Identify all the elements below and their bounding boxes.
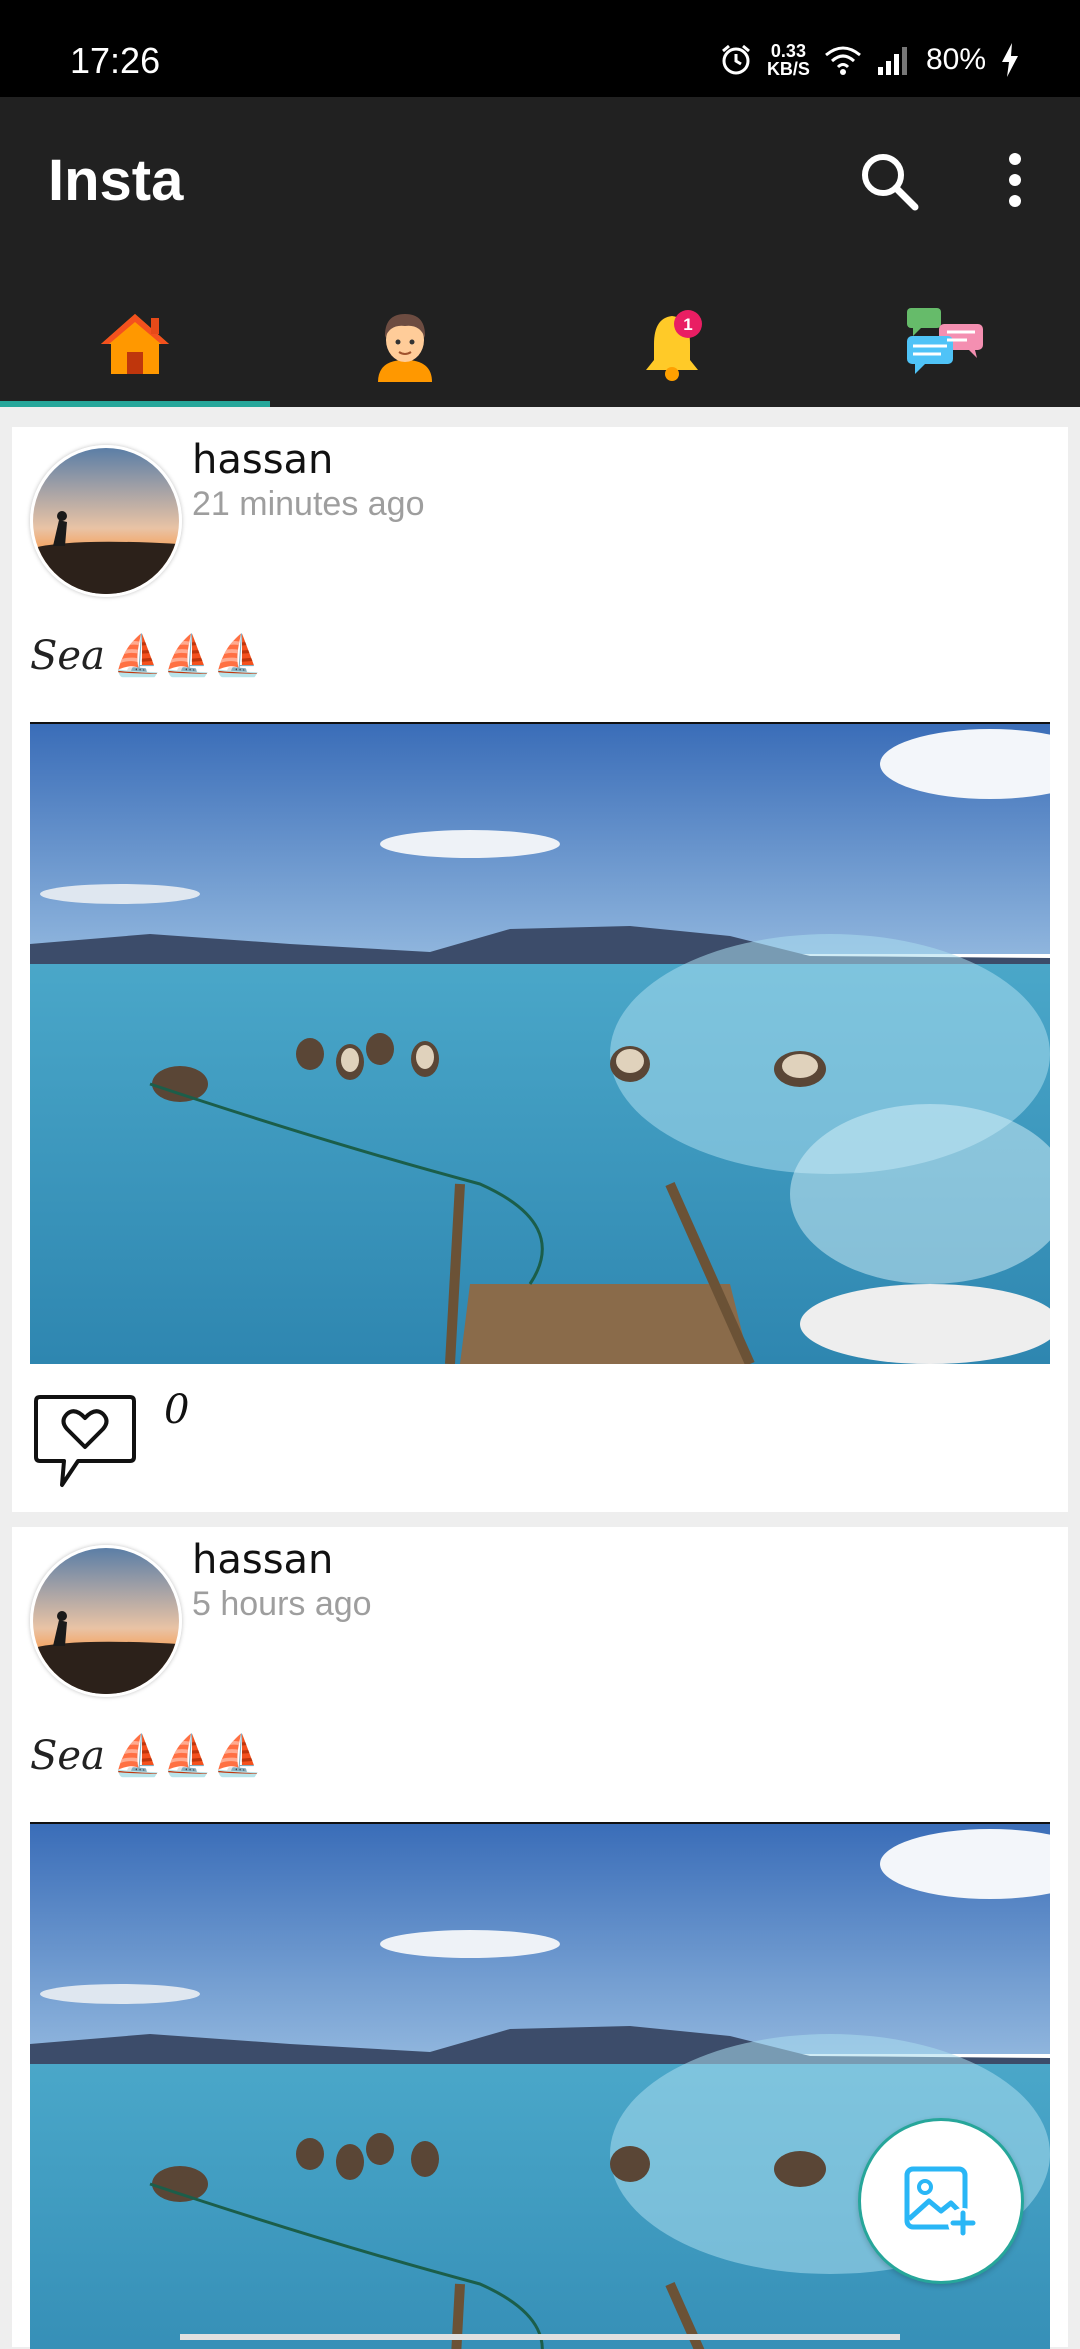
avatar[interactable] [30, 1545, 182, 1697]
battery-level: 80% [925, 43, 986, 76]
tab-notifications[interactable]: 1 [540, 285, 810, 403]
like-button[interactable] [30, 1387, 140, 1497]
bottom-edge-divider [180, 2334, 900, 2340]
post-caption: Sea ⛵⛵⛵ [30, 1732, 263, 1780]
app-bar: Insta 1 [0, 97, 1080, 407]
network-speed-unit: KB/S [766, 59, 810, 79]
more-vert-icon [1009, 153, 1021, 207]
profile-icon [378, 314, 432, 382]
network-speed: 0.33 KB/S [767, 42, 810, 78]
post-username[interactable]: hassan [192, 1537, 333, 1583]
status-icons: 0.33 KB/S 80% [719, 42, 1020, 78]
add-image-icon [904, 2166, 978, 2238]
post-caption-text: Sea [30, 1732, 105, 1779]
post-card: hassan 21 minutes ago Sea ⛵⛵⛵ 0 [12, 427, 1068, 1512]
charging-icon [1002, 43, 1018, 77]
search-icon [862, 154, 919, 211]
post-caption-emoji: ⛵⛵⛵ [112, 1733, 263, 1779]
avatar-sunset-image [33, 1548, 179, 1694]
add-post-button[interactable] [858, 2118, 1024, 2284]
chat-bubbles-icon [907, 308, 983, 374]
alarm-icon [721, 44, 750, 75]
post-time: 5 hours ago [192, 1585, 372, 1623]
post-time: 21 minutes ago [192, 485, 425, 523]
home-icon [101, 314, 169, 374]
signal-icon [877, 47, 907, 75]
post-caption-emoji: ⛵⛵⛵ [112, 633, 263, 679]
app-title: Insta [48, 148, 184, 213]
network-speed-value: 0.33 [770, 41, 806, 61]
bell-icon: 1 [646, 310, 702, 381]
tab-home[interactable] [0, 285, 270, 403]
status-bar: 17:26 0.33 KB/S 80% [0, 0, 1080, 97]
selected-tab-indicator [0, 401, 270, 407]
post-image[interactable] [30, 722, 1050, 1364]
tab-messages[interactable] [810, 285, 1080, 403]
post-caption: Sea ⛵⛵⛵ [30, 632, 263, 680]
like-count: 0 [164, 1387, 190, 1433]
avatar[interactable] [30, 445, 182, 597]
avatar-sunset-image [33, 448, 179, 594]
status-time: 17:26 [70, 40, 161, 81]
post-username[interactable]: hassan [192, 437, 333, 483]
tab-bar: 1 [0, 285, 1080, 403]
more-options-button[interactable] [985, 147, 1045, 217]
post-caption-text: Sea [30, 632, 105, 679]
wifi-icon [825, 46, 861, 75]
notification-badge: 1 [683, 315, 692, 334]
search-button[interactable] [855, 147, 925, 217]
sled-dogs-sea-image [30, 724, 1050, 1364]
tab-profile[interactable] [270, 285, 540, 403]
heart-speech-bubble-icon [34, 1395, 136, 1487]
